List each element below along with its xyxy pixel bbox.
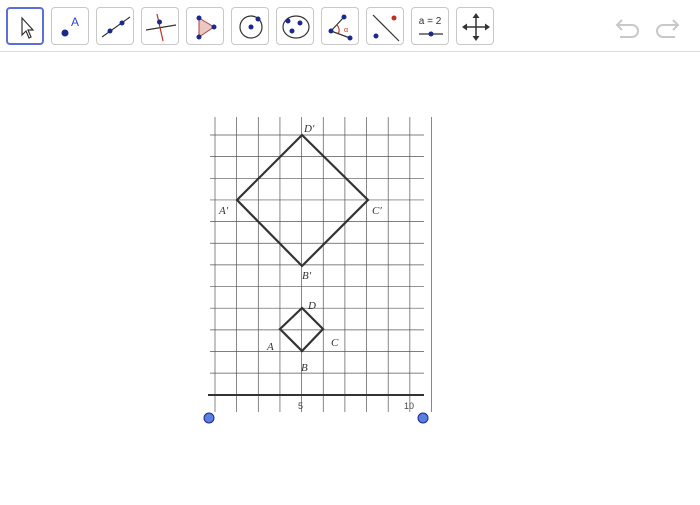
graphics-view[interactable]: D′ A′ C′ B′ D A C B 5 10 — [0, 53, 700, 500]
ellipse-tool-button[interactable] — [276, 7, 314, 45]
undo-button[interactable] — [614, 12, 644, 40]
tick-label-5: 5 — [298, 401, 303, 411]
tick-label-10: 10 — [404, 401, 414, 411]
reflect-tool-button[interactable] — [366, 7, 404, 45]
perpendicular-line-tool-button[interactable] — [141, 7, 179, 45]
label-D-prime: D′ — [303, 123, 315, 135]
angle-icon: α — [328, 14, 353, 41]
circle-center-point-icon — [239, 15, 263, 39]
redo-button[interactable] — [651, 12, 681, 40]
ellipse-icon — [282, 15, 310, 39]
svg-text:A: A — [71, 15, 79, 29]
perpendicular-line-icon — [145, 13, 177, 42]
label-C-prime: C′ — [372, 205, 382, 217]
line-tool-button[interactable] — [96, 7, 134, 45]
square-prime-image[interactable] — [235, 133, 370, 268]
point-A-icon: A — [61, 15, 79, 37]
angle-tool-button[interactable]: α — [321, 7, 359, 45]
background-grid — [210, 117, 432, 412]
toolbar: A α a = 2 — [0, 0, 700, 52]
slider-tool-button[interactable]: a = 2 — [411, 7, 449, 45]
cursor-arrow-icon — [21, 16, 35, 39]
right-point[interactable] — [417, 412, 429, 424]
polygon-tool-button[interactable] — [186, 7, 224, 45]
polygon-icon — [196, 15, 217, 40]
graphics-canvas[interactable]: D′ A′ C′ B′ D A C B 5 10 — [0, 53, 700, 500]
label-B-prime: B′ — [302, 270, 312, 282]
line-through-points-icon — [101, 16, 131, 38]
svg-text:α: α — [344, 27, 348, 34]
undo-icon — [615, 19, 639, 38]
left-point[interactable] — [203, 412, 215, 424]
move-graphics-view-tool-button[interactable] — [456, 7, 494, 45]
label-B: B — [301, 362, 308, 374]
move-tool-button[interactable] — [6, 7, 44, 45]
label-C: C — [331, 337, 339, 349]
slider-icon — [419, 31, 443, 37]
move-arrows-icon — [462, 13, 490, 41]
point-tool-button[interactable]: A — [51, 7, 89, 45]
label-D: D — [307, 300, 316, 312]
label-A: A — [266, 341, 274, 353]
label-A-prime: A′ — [218, 205, 229, 217]
redo-icon — [656, 19, 680, 38]
circle-tool-button[interactable] — [231, 7, 269, 45]
reflect-about-line-icon — [372, 14, 400, 42]
